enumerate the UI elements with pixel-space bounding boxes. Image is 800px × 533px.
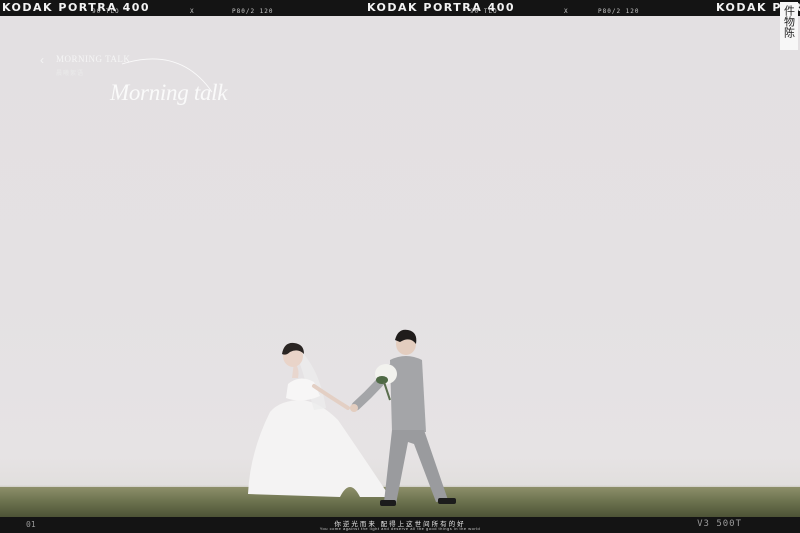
wedding-photo: ‹ MORNING TALK 晨曦絮语 Morning talk [0, 16, 800, 517]
overlay-title: Morning talk [110, 80, 228, 105]
brand-seal: 件物陈 [780, 2, 798, 50]
film-frame-code: X [190, 8, 195, 15]
film-frame-code: X [564, 8, 569, 15]
overlay-subtitle: 晨曦絮语 [56, 71, 85, 77]
couple-illustration [248, 329, 456, 506]
film-frame-code: 90 TLO [92, 8, 120, 15]
film-brand-text: KODAK PORTRA 400 [2, 1, 151, 14]
film-frame-code: 90 TLO [470, 8, 498, 15]
chevron-left-icon[interactable]: ‹ [40, 53, 44, 67]
film-strip-bottom: 01 你逆光而来 配得上这世间所有的好 You come against the… [0, 517, 800, 533]
caption-english: You come against the light and deserve a… [319, 526, 481, 531]
film-strip-top: KODAK PORTRA 400 90 TLO X P80/2 120 KODA… [0, 0, 800, 16]
film-frame-code: P80/2 120 [232, 8, 274, 15]
seal-text: 件物陈 [782, 5, 796, 38]
film-frame-code: P80/2 120 [598, 8, 640, 15]
film-stock-label: V3 500T [697, 519, 742, 529]
